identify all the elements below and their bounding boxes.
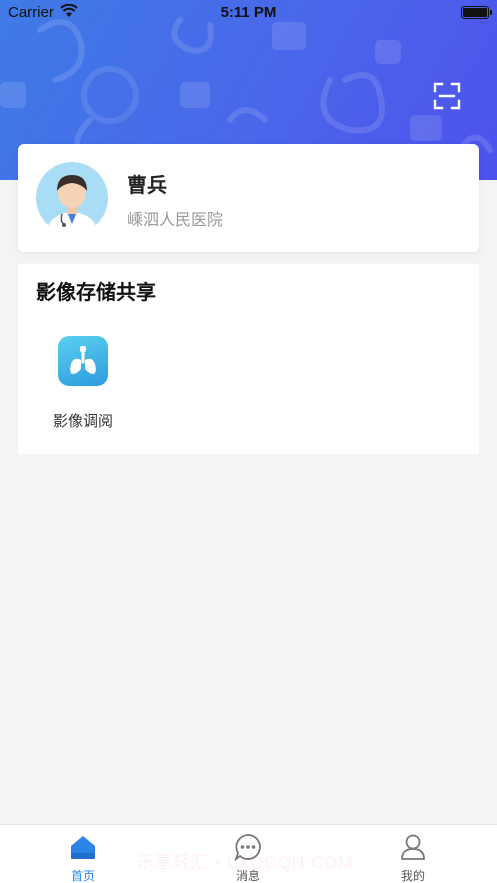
- imaging-section: 影像存储共享 影像调阅: [18, 264, 479, 454]
- lungs-icon: [58, 336, 108, 386]
- tab-profile[interactable]: 我的: [353, 825, 473, 883]
- status-bar: Carrier 5:11 PM: [0, 0, 497, 26]
- home-icon: [71, 836, 95, 859]
- message-icon: [234, 834, 261, 861]
- image-review-button[interactable]: 影像调阅: [44, 336, 124, 434]
- user-name: 曹兵: [127, 173, 167, 197]
- battery-icon: [461, 6, 492, 19]
- tab-home-label: 首页: [70, 869, 95, 883]
- tab-home[interactable]: 首页: [23, 825, 143, 883]
- tab-messages[interactable]: 消息: [188, 825, 308, 883]
- doctor-avatar: [36, 162, 108, 234]
- feature-label: 影像调阅: [52, 412, 113, 430]
- scan-icon[interactable]: [433, 82, 461, 110]
- status-time: 5:11 PM: [220, 4, 277, 21]
- tab-bar: 首页 消息 我的: [0, 824, 497, 883]
- section-title: 影像存储共享: [36, 280, 156, 304]
- person-icon: [401, 834, 425, 860]
- profile-card[interactable]: 曹兵 嵊泗人民医院: [18, 144, 479, 252]
- tab-profile-label: 我的: [400, 869, 425, 883]
- tab-messages-label: 消息: [235, 869, 260, 883]
- hospital-name: 嵊泗人民医院: [127, 210, 224, 229]
